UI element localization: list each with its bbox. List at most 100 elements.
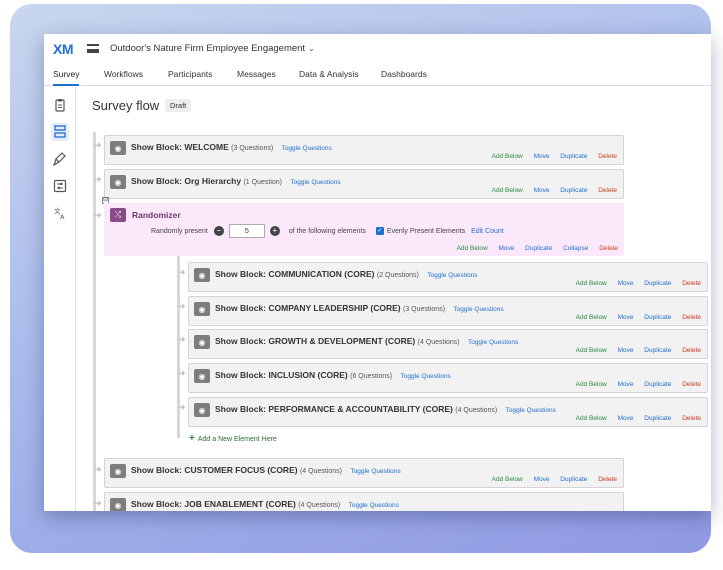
delete-button[interactable]: Delete (598, 187, 617, 194)
toggle-questions-link[interactable]: Toggle Questions (427, 272, 477, 279)
toggle-questions-link[interactable]: Toggle Questions (468, 339, 518, 346)
block-name: WELCOME (184, 142, 229, 152)
toggle-questions-link[interactable]: Toggle Questions (453, 306, 503, 313)
toggle-questions-link[interactable]: Toggle Questions (401, 373, 451, 380)
toggle-questions-link[interactable]: Toggle Questions (350, 468, 400, 475)
duplicate-button[interactable]: Duplicate (644, 314, 671, 321)
duplicate-button[interactable]: Duplicate (644, 347, 671, 354)
flow-arrow-icon: ➜ (178, 368, 186, 378)
present-count-input[interactable]: 5 (228, 224, 265, 238)
add-new-element-label: Add a New Element Here (197, 436, 277, 443)
decrement-icon[interactable]: − (213, 226, 224, 236)
project-title: Outdoor's Nature Firm Employee Engagemen… (110, 43, 306, 54)
move-button[interactable]: Move (534, 153, 550, 160)
tab-data-analysis[interactable]: Data & Analysis (299, 63, 359, 86)
flow-block[interactable]: ◉ Show Block: INCLUSION (CORE) (6 Questi… (188, 363, 708, 393)
add-below-button[interactable]: Add Below (576, 280, 607, 287)
add-below-button[interactable]: Add Below (492, 476, 523, 483)
delete-button[interactable]: Delete (598, 476, 617, 483)
collapse-button[interactable]: Collapse (563, 245, 588, 252)
shuffle-icon: ⤮ (110, 208, 126, 222)
move-button[interactable]: Move (498, 245, 514, 252)
block-prefix: Show Block: (131, 465, 183, 475)
block-prefix: Show Block: (131, 176, 183, 186)
block-prefix: Show Block: (131, 142, 183, 152)
translate-icon[interactable]: 文 A (53, 206, 67, 220)
block-prefix: Show Block: (215, 370, 267, 380)
flow-block[interactable]: ◉ Show Block: GROWTH & DEVELOPMENT (CORE… (188, 329, 708, 359)
delete-button[interactable]: Delete (598, 153, 617, 160)
move-button[interactable]: Move (618, 314, 634, 321)
duplicate-button[interactable]: Duplicate (644, 381, 671, 388)
flow-block[interactable]: ◉ Show Block: PERFORMANCE & ACCOUNTABILI… (188, 397, 708, 427)
add-below-button[interactable]: Add Below (492, 187, 523, 194)
flow-arrow-icon: ➜ (94, 210, 102, 220)
add-below-button[interactable]: Add Below (576, 347, 607, 354)
delete-button[interactable]: Delete (682, 314, 701, 321)
survey-icon[interactable] (53, 98, 67, 112)
flow-block[interactable]: ◉ Show Block: COMMUNICATION (CORE) (2 Qu… (188, 262, 708, 292)
duplicate-button[interactable]: Duplicate (560, 187, 587, 194)
flow-block[interactable]: ◉ Show Block: Org Hierarchy (1 Question)… (104, 169, 624, 199)
toggle-questions-link[interactable]: Toggle Questions (349, 502, 399, 509)
edit-count-link[interactable]: Edit Count (471, 228, 504, 235)
flow-block[interactable]: ◉ Show Block: WELCOME (3 Questions) Togg… (104, 135, 624, 165)
move-button[interactable]: Move (618, 381, 634, 388)
add-below-button[interactable]: Add Below (576, 314, 607, 321)
block-actions: Add Below Move Duplicate Delete (567, 280, 701, 287)
add-below-button[interactable]: Add Below (492, 153, 523, 160)
block-prefix: Show Block: (215, 269, 267, 279)
block-icon: ◉ (110, 464, 126, 478)
duplicate-button[interactable]: Duplicate (644, 415, 671, 422)
question-count: (3 Questions) (231, 145, 274, 152)
move-button[interactable]: Move (618, 280, 634, 287)
project-selector[interactable]: Outdoor's Nature Firm Employee Engagemen… (110, 43, 315, 54)
left-rail: 文 A (44, 86, 76, 511)
move-button[interactable]: Move (618, 415, 634, 422)
add-below-button[interactable]: Add Below (576, 381, 607, 388)
flow-block[interactable]: ◉ Show Block: JOB ENABLEMENT (CORE) (4 Q… (104, 492, 624, 511)
increment-icon[interactable]: + (269, 226, 280, 236)
randomizer-element[interactable]: ⤮ Randomizer Randomly present − 5 + of t… (104, 203, 624, 256)
add-below-button[interactable]: Add Below (457, 245, 488, 252)
randomly-present-label: Randomly present (151, 227, 208, 235)
block-name: GROWTH & DEVELOPMENT (CORE) (268, 336, 416, 346)
add-new-element-link[interactable]: + Add a New Element Here (189, 433, 277, 444)
hamburger-menu-icon[interactable] (87, 44, 99, 53)
add-below-button[interactable]: Add Below (576, 415, 607, 422)
tab-survey[interactable]: Survey (53, 63, 80, 86)
randomizer-title: Randomizer (132, 210, 181, 220)
flow-arrow-icon: ➜ (178, 334, 186, 344)
tab-dashboards[interactable]: Dashboards (381, 63, 427, 86)
question-count: (2 Questions) (376, 272, 419, 279)
flow-arrow-icon: ➜ (94, 498, 102, 508)
move-button[interactable]: Move (534, 187, 550, 194)
tab-messages[interactable]: Messages (237, 63, 276, 86)
tab-workflows[interactable]: Workflows (104, 63, 143, 86)
delete-button[interactable]: Delete (682, 381, 701, 388)
delete-button[interactable]: Delete (599, 245, 618, 252)
move-button[interactable]: Move (534, 476, 550, 483)
duplicate-button[interactable]: Duplicate (560, 153, 587, 160)
question-count: (6 Questions) (350, 373, 393, 380)
delete-button[interactable]: Delete (682, 347, 701, 354)
toggle-questions-link[interactable]: Toggle Questions (506, 407, 556, 414)
delete-button[interactable]: Delete (682, 415, 701, 422)
toggle-questions-link[interactable]: Toggle Questions (282, 145, 332, 152)
block-name: INCLUSION (CORE) (268, 370, 348, 380)
survey-options-icon[interactable] (53, 179, 67, 193)
tab-participants[interactable]: Participants (168, 63, 212, 86)
chevron-down-icon: ⌄ (308, 44, 315, 53)
evenly-present-checkbox[interactable]: ✓ (375, 227, 384, 235)
move-button[interactable]: Move (618, 347, 634, 354)
flow-block[interactable]: ◉ Show Block: CUSTOMER FOCUS (CORE) (4 Q… (104, 458, 624, 488)
duplicate-button[interactable]: Duplicate (560, 476, 587, 483)
xm-logo[interactable]: XM (53, 41, 74, 57)
delete-button[interactable]: Delete (682, 280, 701, 287)
flow-block[interactable]: ◉ Show Block: COMPANY LEADERSHIP (CORE) … (188, 296, 708, 326)
look-and-feel-icon[interactable] (53, 152, 67, 166)
toggle-questions-link[interactable]: Toggle Questions (290, 179, 340, 186)
duplicate-button[interactable]: Duplicate (644, 280, 671, 287)
survey-flow-icon[interactable] (51, 123, 69, 141)
duplicate-button[interactable]: Duplicate (525, 245, 552, 252)
